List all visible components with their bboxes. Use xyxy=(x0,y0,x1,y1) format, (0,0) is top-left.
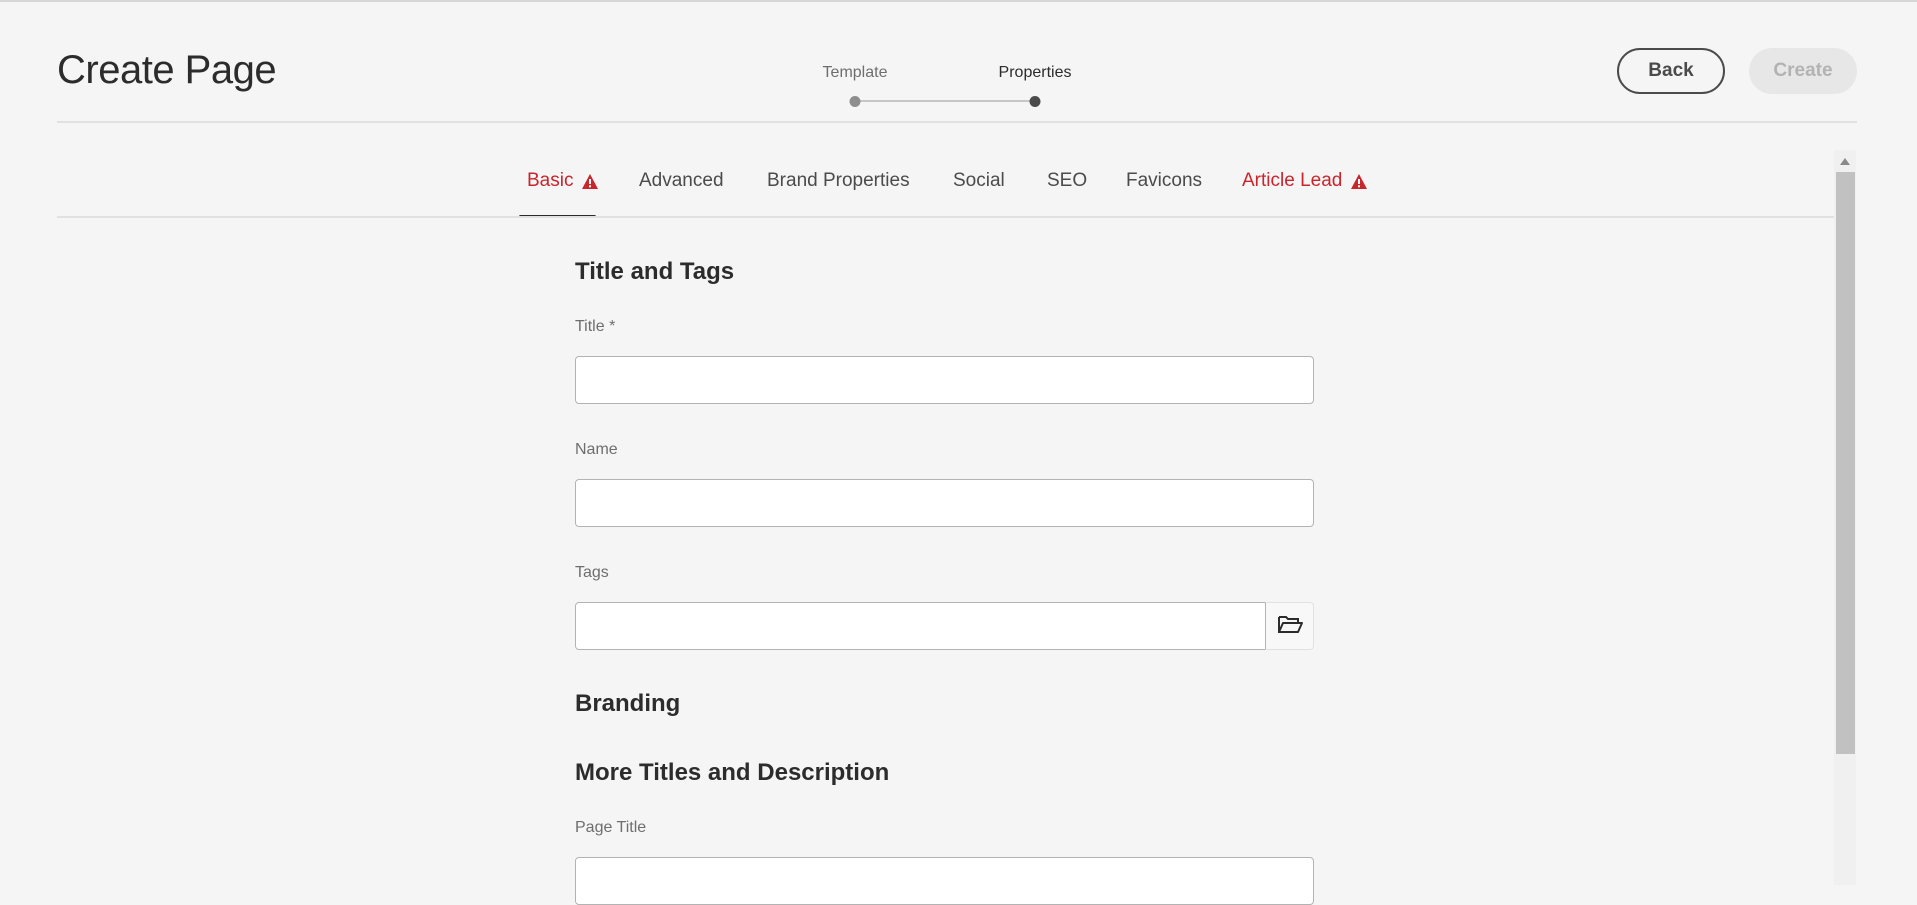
tab-social[interactable]: Social xyxy=(953,170,1005,192)
scrollbar-thumb[interactable] xyxy=(1836,172,1855,754)
alert-triangle-icon xyxy=(581,173,599,190)
wizard-progress-line xyxy=(860,100,1035,102)
create-button[interactable]: Create xyxy=(1749,48,1857,94)
tags-browse-button[interactable] xyxy=(1265,602,1314,650)
wizard-step-template-dot xyxy=(849,96,861,107)
back-button[interactable]: Back xyxy=(1617,48,1725,94)
tab-basic-label: Basic xyxy=(527,170,574,191)
title-field-label: Title * xyxy=(575,318,616,335)
tags-field-label: Tags xyxy=(575,564,609,581)
tab-article-lead[interactable]: Article Lead xyxy=(1242,170,1368,192)
tab-social-label: Social xyxy=(953,170,1005,191)
tabs-divider xyxy=(57,216,1834,218)
section-title-and-tags: Title and Tags xyxy=(575,258,735,285)
section-more-titles-and-description: More Titles and Description xyxy=(575,759,890,786)
wizard-progress: Template Properties xyxy=(800,62,1100,112)
tab-bar: Basic Advanced Brand Properties Social S… xyxy=(0,160,1834,220)
tab-seo-label: SEO xyxy=(1047,170,1088,191)
wizard-step-template-label: Template xyxy=(822,64,888,81)
tab-basic[interactable]: Basic xyxy=(527,170,599,192)
scroll-up-button[interactable] xyxy=(1834,150,1856,172)
wizard-step-properties-label: Properties xyxy=(998,64,1072,81)
triangle-up-icon xyxy=(1840,152,1850,170)
tab-advanced-label: Advanced xyxy=(639,170,724,191)
tags-field[interactable] xyxy=(575,602,1266,650)
header-divider xyxy=(57,121,1857,123)
tab-advanced[interactable]: Advanced xyxy=(639,170,724,192)
page-header: Create Page Template Properties Back Cre… xyxy=(0,0,1917,123)
section-branding: Branding xyxy=(575,690,681,717)
tab-article-lead-label: Article Lead xyxy=(1242,170,1343,191)
wizard-step-properties-dot xyxy=(1029,96,1041,107)
tab-favicons-label: Favicons xyxy=(1126,170,1203,191)
page-title-field[interactable] xyxy=(575,857,1314,905)
tab-brand-properties[interactable]: Brand Properties xyxy=(767,170,910,192)
name-field[interactable] xyxy=(575,479,1314,527)
title-field[interactable] xyxy=(575,356,1314,404)
folder-open-icon xyxy=(1277,614,1303,639)
name-field-label: Name xyxy=(575,441,618,458)
page-title: Create Page xyxy=(57,48,277,92)
tab-seo[interactable]: SEO xyxy=(1047,170,1087,192)
vertical-scrollbar[interactable] xyxy=(1834,150,1856,885)
tab-brand-properties-label: Brand Properties xyxy=(767,170,910,191)
page-title-field-label: Page Title xyxy=(575,819,647,836)
tab-favicons[interactable]: Favicons xyxy=(1126,170,1202,192)
alert-triangle-icon xyxy=(1350,173,1368,190)
